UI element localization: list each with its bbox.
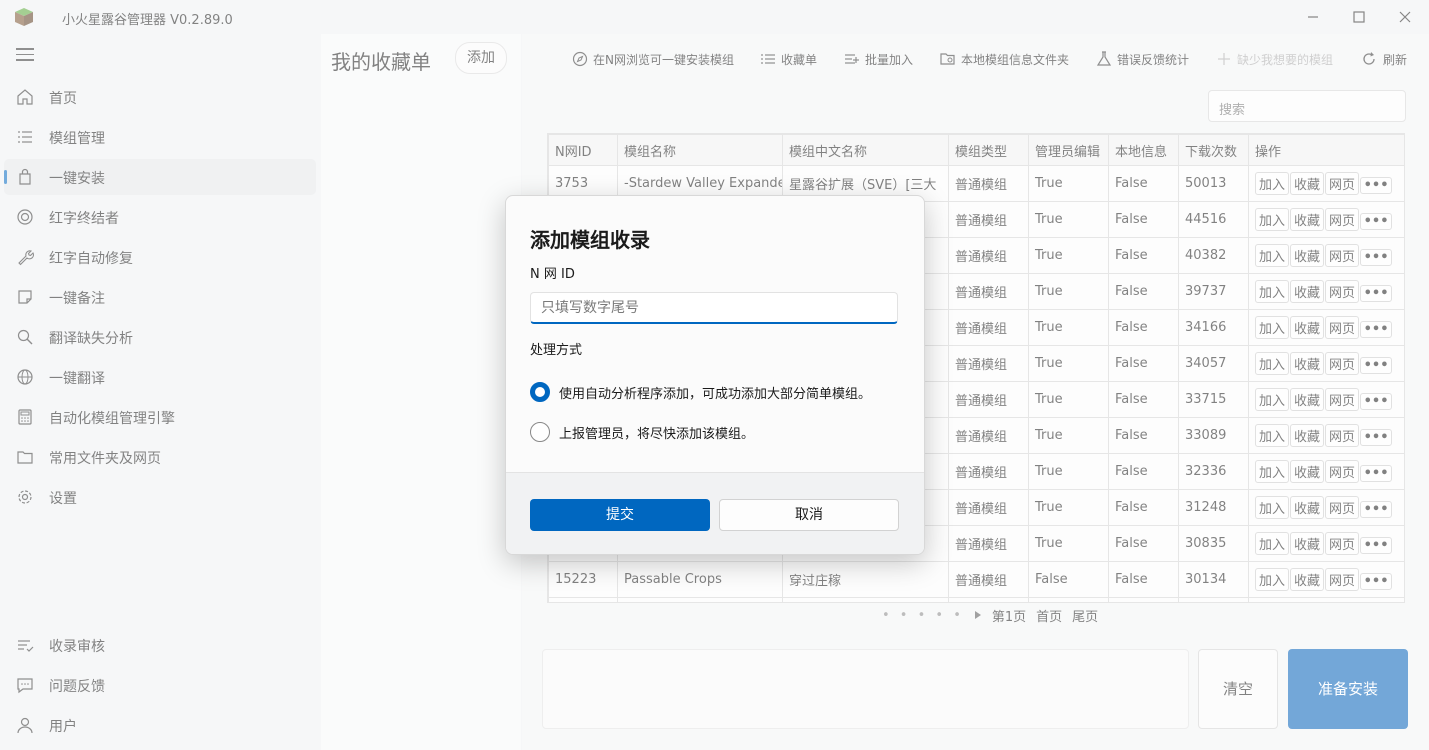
submit-button[interactable]: 提交 (530, 499, 710, 531)
dialog-footer: 提交 取消 (506, 472, 924, 554)
radio-selected-indicator[interactable] (530, 382, 550, 402)
radio-unselected-indicator[interactable] (530, 422, 550, 442)
method-label: 处理方式 (530, 343, 583, 358)
radio-auto-analyze[interactable]: 使用自动分析程序添加，可成功添加大部分简单模组。 (530, 381, 910, 403)
radio-auto-label: 使用自动分析程序添加，可成功添加大部分简单模组。 (559, 386, 872, 402)
add-mod-dialog: 添加模组收录 N 网 ID 处理方式 使用自动分析程序添加，可成功添加大部分简单… (505, 195, 925, 555)
mod-id-label: N 网 ID (530, 267, 575, 282)
radio-report-admin[interactable]: 上报管理员，将尽快添加该模组。 (530, 421, 910, 443)
cancel-button[interactable]: 取消 (719, 499, 899, 531)
dialog-title: 添加模组收录 (530, 228, 650, 252)
radio-report-label: 上报管理员，将尽快添加该模组。 (559, 426, 755, 442)
mod-id-input[interactable] (530, 292, 898, 324)
